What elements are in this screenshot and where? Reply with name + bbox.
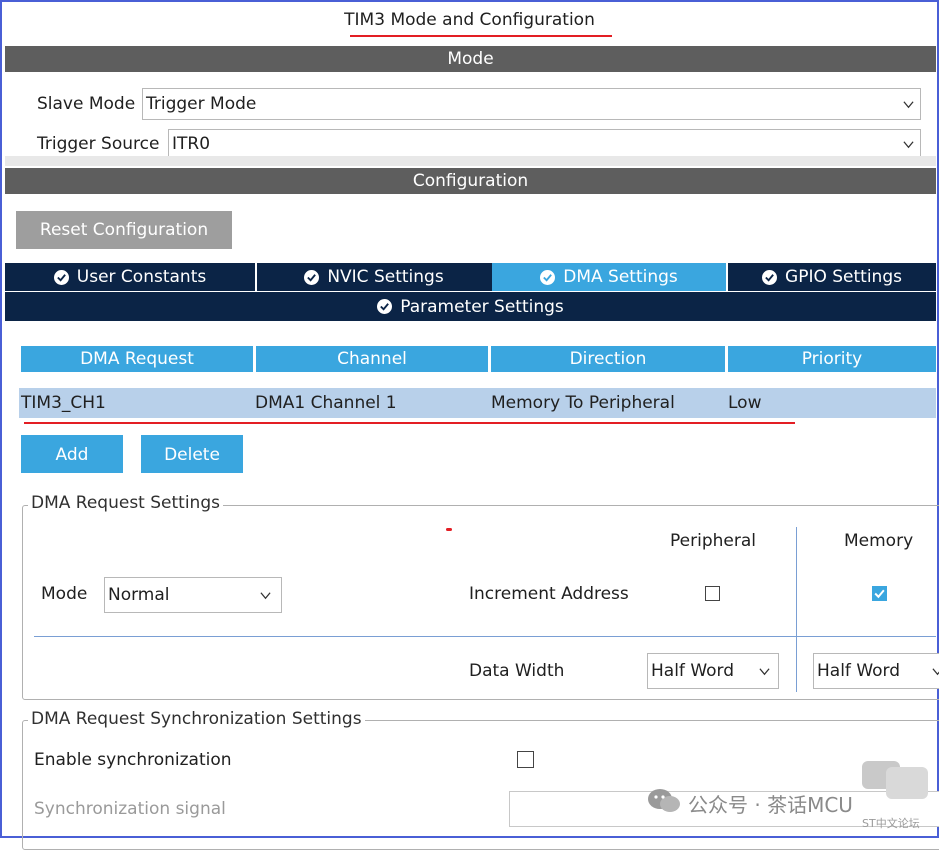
memory-header: Memory (844, 531, 914, 551)
tab-label: NVIC Settings (327, 267, 444, 287)
peripheral-header: Peripheral (670, 531, 756, 551)
chevron-down-icon (932, 668, 939, 676)
title-annotation-underline (350, 35, 612, 37)
check-circle-icon (762, 269, 778, 285)
trigger-source-select[interactable]: ITR0 (168, 129, 921, 159)
tab-dma-settings[interactable]: DMA Settings (492, 263, 726, 291)
tab-label: DMA Settings (563, 267, 678, 287)
peripheral-increment-checkbox[interactable] (705, 586, 720, 601)
column-divider (796, 527, 797, 692)
watermark-text: 公众号 · 茶话MCU (688, 793, 853, 817)
column-header-direction[interactable]: Direction (491, 346, 725, 372)
table-row[interactable]: TIM3_CH1 DMA1 Channel 1 Memory To Periph… (19, 388, 936, 418)
configuration-section-header: Configuration (5, 168, 936, 194)
cell-priority: Low (728, 393, 762, 413)
wechat-icon (646, 787, 682, 815)
column-header-dma-request[interactable]: DMA Request (21, 346, 253, 372)
slave-mode-label: Slave Mode (37, 94, 136, 114)
check-circle-icon (53, 269, 69, 285)
increment-address-label: Increment Address (469, 584, 629, 604)
annotation-mark (446, 528, 452, 531)
mode-select[interactable]: Normal (104, 577, 282, 613)
chevron-down-icon (903, 101, 914, 109)
peripheral-data-width-select[interactable]: Half Word (647, 653, 779, 689)
tab-user-constants[interactable]: User Constants (5, 263, 255, 291)
enable-sync-checkbox[interactable] (517, 751, 534, 768)
add-button[interactable]: Add (21, 435, 123, 473)
trigger-source-label: Trigger Source (37, 134, 160, 154)
memory-data-width-select[interactable]: Half Word (813, 653, 939, 689)
column-header-priority[interactable]: Priority (728, 346, 936, 372)
tab-label: Parameter Settings (400, 296, 564, 317)
memory-increment-checkbox[interactable] (872, 586, 887, 601)
tab-label: GPIO Settings (785, 267, 902, 287)
enable-sync-label: Enable synchronization (34, 750, 232, 770)
mode-value: Normal (108, 585, 170, 605)
dma-request-settings-legend: DMA Request Settings (28, 493, 223, 513)
sync-signal-label: Synchronization signal (34, 799, 226, 819)
page-title: TIM3 Mode and Configuration (344, 10, 595, 30)
tab-gpio-settings[interactable]: GPIO Settings (728, 263, 936, 291)
peripheral-data-width-value: Half Word (651, 661, 735, 681)
dma-sync-settings-group (22, 720, 939, 850)
slave-mode-value: Trigger Mode (146, 94, 257, 114)
column-header-channel[interactable]: Channel (256, 346, 488, 372)
chevron-down-icon (260, 592, 271, 600)
cell-channel: DMA1 Channel 1 (255, 393, 397, 413)
settings-divider (34, 636, 936, 637)
mode-label: Mode (41, 584, 88, 604)
check-circle-icon (377, 299, 393, 314)
slave-mode-select[interactable]: Trigger Mode (142, 88, 921, 120)
mode-section-header: Mode (5, 46, 936, 72)
tab-nvic-settings[interactable]: NVIC Settings (257, 263, 491, 291)
dma-sync-settings-legend: DMA Request Synchronization Settings (28, 709, 365, 729)
tab-parameter-settings[interactable]: Parameter Settings (5, 291, 936, 321)
check-circle-icon (540, 269, 556, 285)
cell-dma-request: TIM3_CH1 (21, 393, 106, 413)
reset-configuration-button[interactable]: Reset Configuration (16, 211, 232, 249)
row-annotation-underline (24, 422, 795, 424)
chevron-down-icon (759, 668, 770, 676)
data-width-label: Data Width (469, 661, 565, 681)
forum-logo-text: ST中文论坛 (862, 817, 920, 830)
check-circle-icon (304, 269, 320, 285)
checkmark-icon (874, 589, 885, 599)
memory-data-width-value: Half Word (817, 661, 901, 681)
delete-button[interactable]: Delete (141, 435, 243, 473)
forum-logo-icon (860, 757, 932, 807)
cell-direction: Memory To Peripheral (491, 393, 675, 413)
tab-label: User Constants (76, 267, 207, 287)
chevron-down-icon (903, 141, 914, 149)
trigger-source-value: ITR0 (172, 134, 211, 154)
section-divider (5, 156, 936, 166)
